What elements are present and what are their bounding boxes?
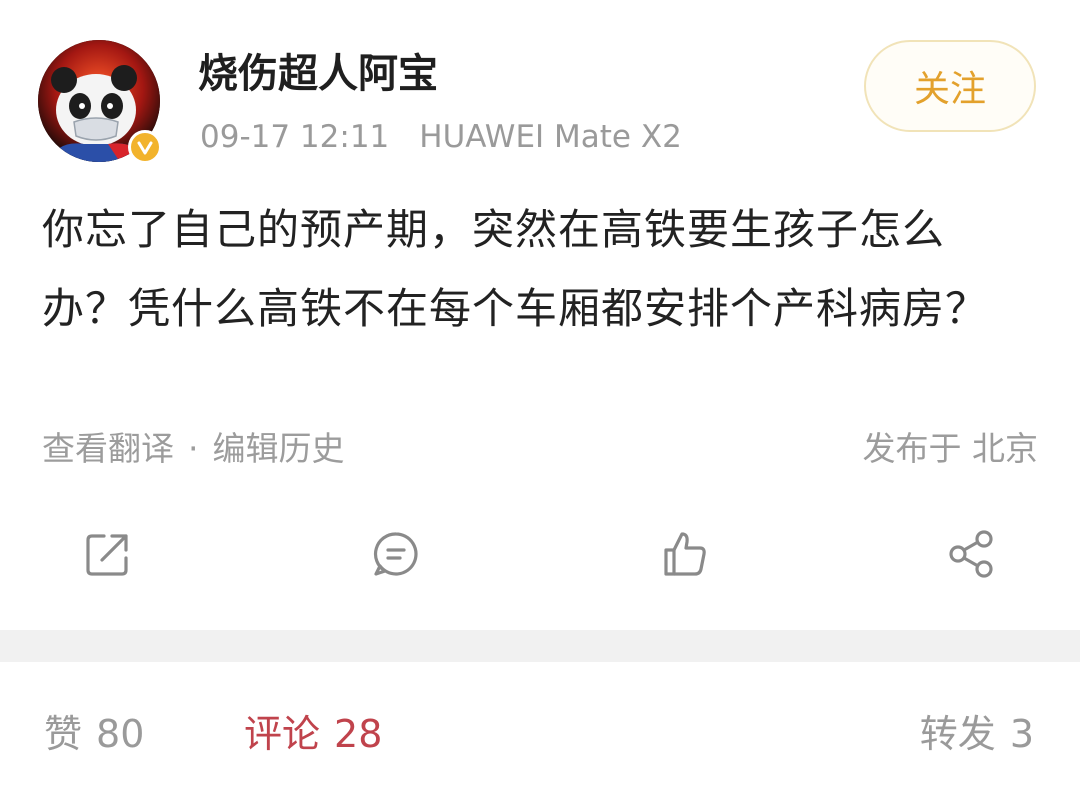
edit-history-link[interactable]: 编辑历史: [213, 429, 345, 468]
comment-icon: [373, 532, 418, 576]
repost-icon: [86, 534, 128, 576]
stats-bar: 赞 80 评论 28 转发 3: [0, 704, 1080, 764]
comments-label: 评论: [244, 712, 321, 756]
post-meta: 09-17 12:11 HUAWEI Mate X2: [200, 116, 682, 158]
likes-tab[interactable]: 赞 80: [44, 704, 144, 764]
reposts-count: 3: [1009, 712, 1034, 756]
post-location: 发布于 北京: [862, 429, 1039, 468]
like-button[interactable]: [646, 516, 722, 592]
post-text: 你忘了自己的预产期，突然在高铁要生孩子怎么办？凭什么高铁不在每个车厢都安排个产科…: [42, 205, 989, 333]
post-timestamp: 09-17 12:11: [200, 119, 390, 155]
post-footer: 查看翻译 · 编辑历史 发布于 北京: [42, 424, 1038, 474]
like-icon: [664, 532, 706, 576]
likes-count: 80: [96, 712, 145, 756]
section-divider: [0, 630, 1080, 662]
comments-tab[interactable]: 评论 28: [244, 704, 382, 764]
share-button[interactable]: [934, 516, 1010, 592]
follow-button[interactable]: 关注: [864, 40, 1036, 132]
action-bar: [0, 516, 1080, 592]
repost-button[interactable]: [70, 516, 146, 592]
comments-count: 28: [334, 712, 383, 756]
likes-label: 赞: [44, 712, 83, 756]
user-name[interactable]: 烧伤超人阿宝: [198, 48, 438, 100]
user-avatar[interactable]: [38, 40, 164, 166]
reposts-tab[interactable]: 转发 3: [920, 704, 1034, 764]
share-icon: [949, 530, 993, 578]
post-device: HUAWEI Mate X2: [419, 119, 682, 155]
reposts-label: 转发: [919, 712, 996, 756]
translate-link[interactable]: 查看翻译: [42, 429, 174, 468]
comment-button[interactable]: [358, 516, 434, 592]
footer-separator: ·: [188, 429, 199, 468]
verified-badge-icon: [128, 130, 162, 164]
